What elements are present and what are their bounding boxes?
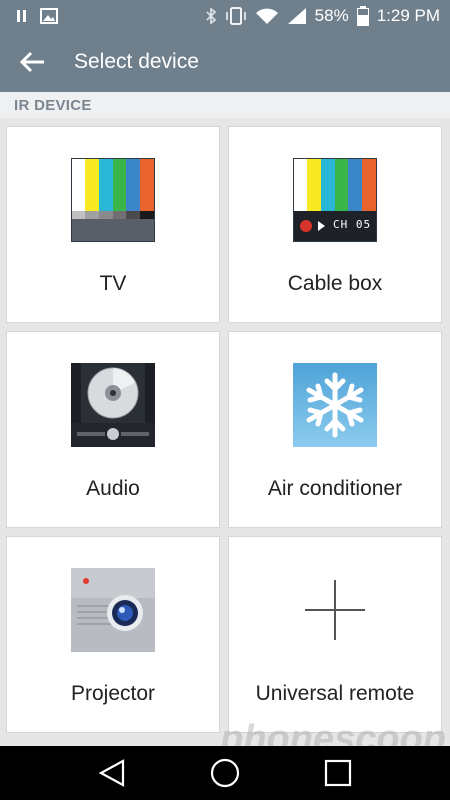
device-label: Projector bbox=[70, 682, 156, 705]
triangle-back-icon bbox=[98, 759, 124, 787]
pause-icon bbox=[16, 9, 28, 23]
vibrate-icon bbox=[225, 7, 247, 25]
nav-recents-button[interactable] bbox=[316, 751, 360, 795]
app-bar: Select device bbox=[0, 32, 450, 92]
device-label: Universal remote bbox=[255, 682, 415, 705]
tv-icon bbox=[71, 158, 155, 242]
projector-icon bbox=[71, 568, 155, 652]
device-label: Air conditioner bbox=[267, 477, 403, 500]
device-label: Cable box bbox=[287, 272, 383, 295]
nav-home-button[interactable] bbox=[203, 751, 247, 795]
status-bar: 58% 1:29 PM bbox=[0, 0, 450, 32]
nav-back-button[interactable] bbox=[90, 751, 134, 795]
cable-box-display: CH 05 bbox=[333, 218, 372, 231]
device-label: Audio bbox=[86, 477, 140, 500]
audio-icon bbox=[71, 363, 155, 447]
device-label: TV bbox=[99, 272, 127, 295]
section-header: IR DEVICE bbox=[0, 92, 450, 118]
arrow-left-icon bbox=[19, 51, 44, 73]
device-grid: TV CH 05 Cable box Audio Air conditioner… bbox=[6, 126, 444, 733]
bluetooth-icon bbox=[205, 7, 217, 25]
page-title: Select device bbox=[74, 50, 199, 73]
back-button[interactable] bbox=[0, 32, 64, 92]
battery-percent: 58% bbox=[314, 6, 349, 25]
plus-icon bbox=[293, 568, 377, 652]
air-conditioner-icon bbox=[293, 363, 377, 447]
signal-icon bbox=[287, 7, 307, 25]
clock: 1:29 PM bbox=[376, 6, 440, 25]
wifi-icon bbox=[255, 7, 279, 25]
device-tile-tv[interactable]: TV bbox=[6, 126, 220, 323]
image-icon bbox=[40, 8, 58, 24]
cable-box-icon: CH 05 bbox=[293, 158, 377, 242]
device-tile-cable-box[interactable]: CH 05 Cable box bbox=[228, 126, 442, 323]
device-tile-audio[interactable]: Audio bbox=[6, 331, 220, 528]
device-tile-air-conditioner[interactable]: Air conditioner bbox=[228, 331, 442, 528]
square-recents-icon bbox=[325, 759, 352, 787]
battery-icon bbox=[356, 6, 369, 26]
circle-home-icon bbox=[210, 758, 240, 788]
device-tile-universal-remote[interactable]: Universal remote bbox=[228, 536, 442, 733]
nav-bar bbox=[0, 746, 450, 800]
device-tile-projector[interactable]: Projector bbox=[6, 536, 220, 733]
